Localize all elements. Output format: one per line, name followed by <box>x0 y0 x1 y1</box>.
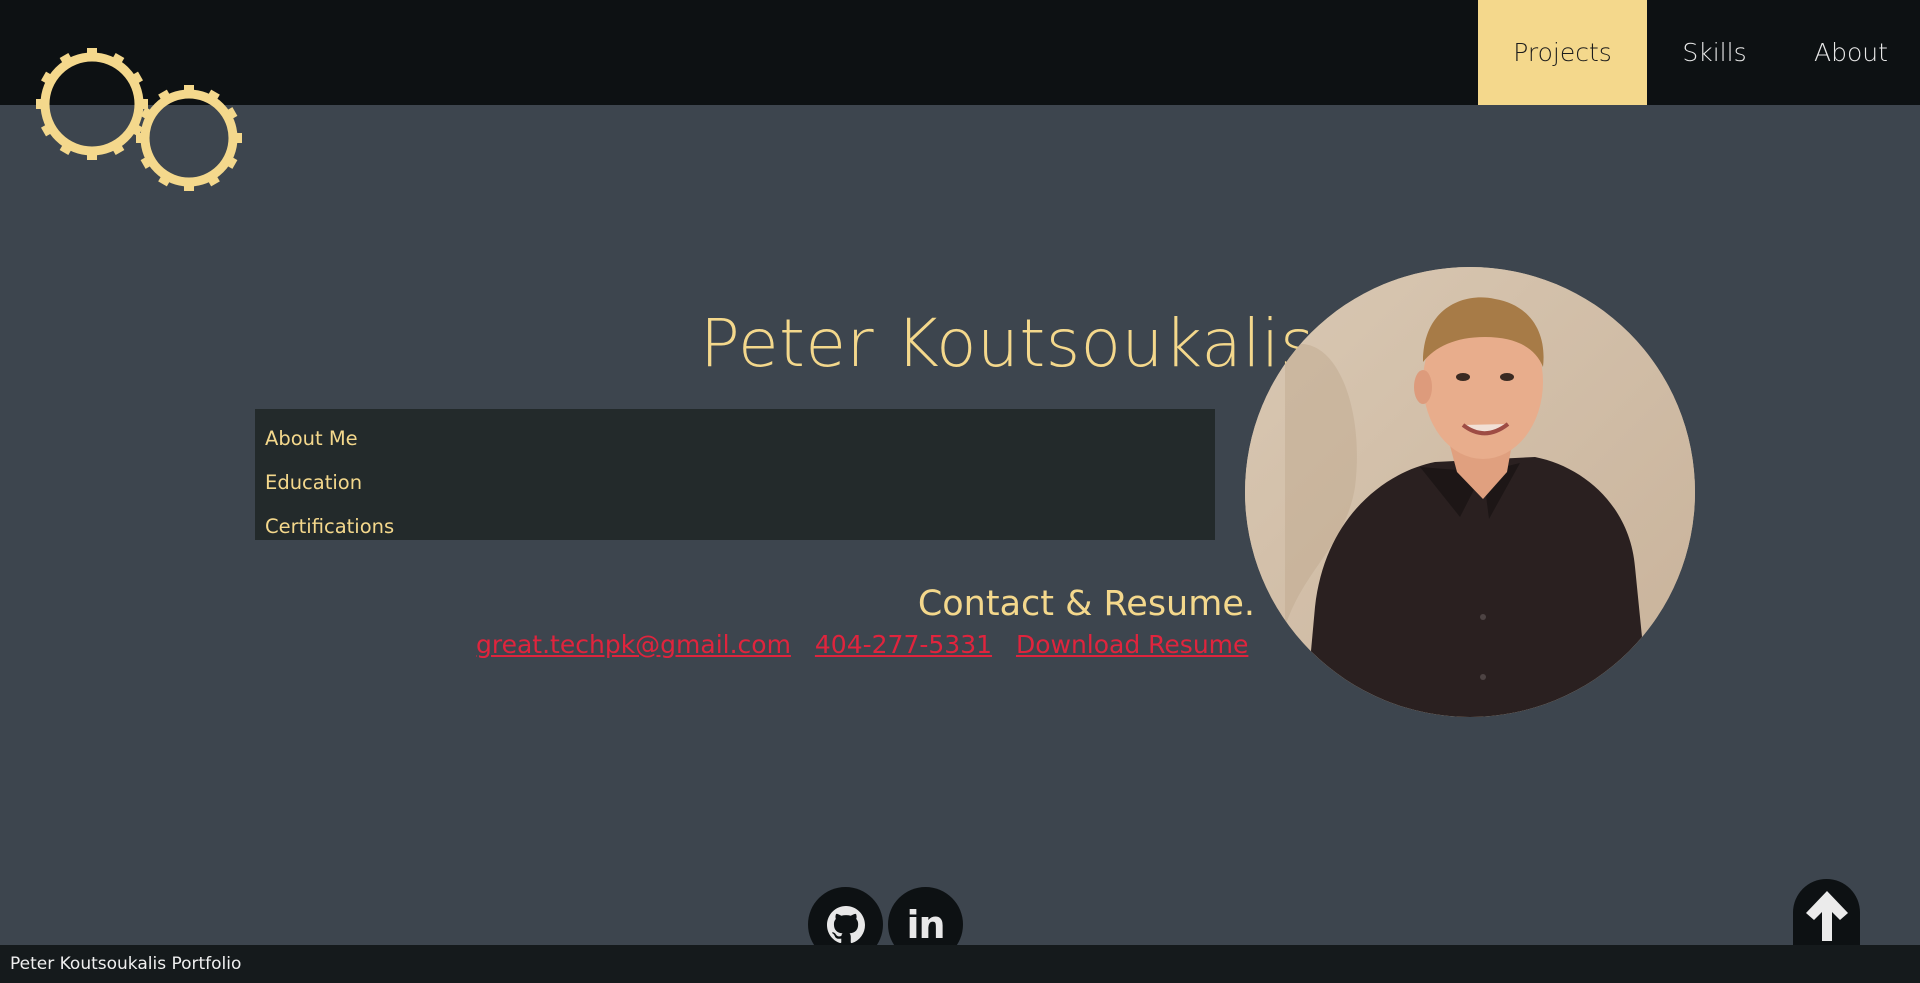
footer: Peter Koutsoukalis Portfolio <box>0 945 1920 983</box>
email-link[interactable]: great.techpk@gmail.com <box>476 630 791 659</box>
nav-projects[interactable]: Projects <box>1478 0 1647 105</box>
menu-item-education[interactable]: Education <box>255 461 1215 505</box>
contact-links: great.techpk@gmail.com 404-277-5331 Down… <box>460 630 1248 659</box>
page-title: Peter Koutsoukalis. <box>700 305 1337 382</box>
profile-photo <box>1245 267 1695 717</box>
arrow-up-icon <box>1805 891 1848 941</box>
top-navbar: Projects Skills About <box>0 0 1920 105</box>
info-menu: About Me Education Certifications <box>255 409 1215 540</box>
contact-heading: Contact & Resume. <box>917 584 1255 624</box>
menu-item-certifications[interactable]: Certifications <box>255 505 1215 549</box>
footer-text: Peter Koutsoukalis Portfolio <box>10 954 242 974</box>
download-resume-link[interactable]: Download Resume <box>1016 630 1248 659</box>
nav-skills[interactable]: Skills <box>1647 0 1782 105</box>
linkedin-icon: in <box>906 902 945 947</box>
github-icon <box>826 905 865 943</box>
main-nav: Projects Skills About <box>1478 0 1920 105</box>
phone-link[interactable]: 404-277-5331 <box>815 630 992 659</box>
menu-item-about-me[interactable]: About Me <box>255 417 1215 461</box>
gears-logo-icon[interactable] <box>34 46 249 196</box>
nav-about[interactable]: About <box>1782 0 1920 105</box>
